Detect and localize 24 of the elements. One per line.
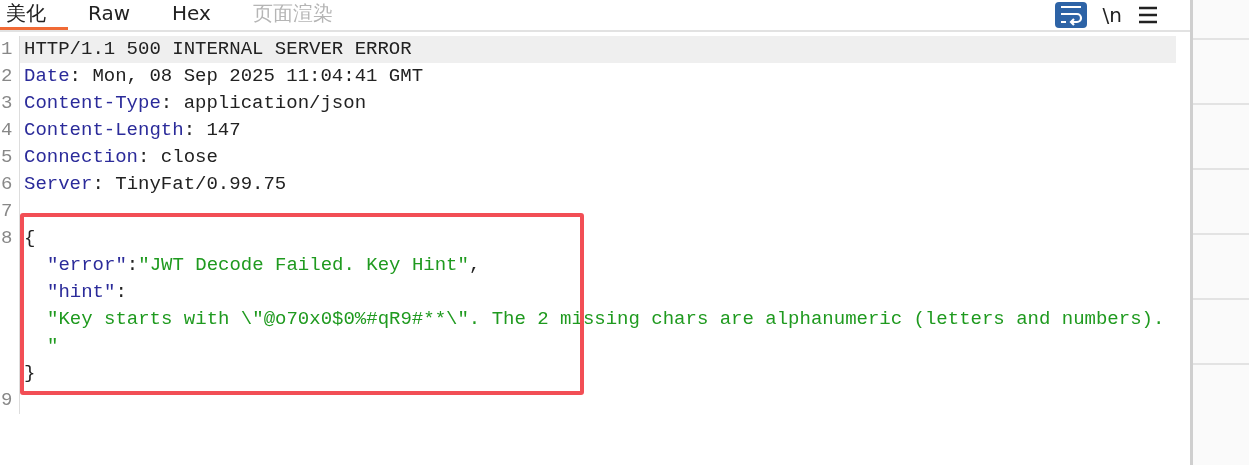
line-number: 2	[0, 63, 20, 90]
code-line: }	[23, 361, 37, 386]
code-line: Date: Mon, 08 Sep 2025 11:04:41 GMT	[23, 64, 425, 89]
line-number: 9	[0, 387, 20, 414]
line-number: 7	[0, 198, 20, 225]
code-line: Content-Length: 147	[23, 118, 242, 143]
line-number: 5	[0, 144, 20, 171]
code-line: {	[23, 226, 37, 251]
code-line: Connection: close	[23, 145, 219, 170]
line-number: 6	[0, 171, 20, 198]
code-line: Content-Type: application/json	[23, 91, 368, 116]
wrap-icon[interactable]	[1054, 2, 1087, 28]
tab[interactable]: Raw	[82, 0, 153, 30]
tab[interactable]: 美化	[0, 0, 68, 30]
code-line: Server: TinyFat/0.99.75	[23, 172, 288, 197]
tab[interactable]: Hex	[166, 0, 233, 30]
line-number: 4	[0, 117, 20, 144]
code-line: "error":"JWT Decode Failed. Key Hint",	[46, 253, 482, 278]
newline-toggle[interactable]: \n	[1102, 3, 1122, 27]
line-number: 3	[0, 90, 20, 117]
line-number: 8	[0, 225, 20, 387]
menu-icon[interactable]	[1138, 6, 1158, 24]
code-line: "hint":	[46, 280, 128, 305]
code-line: "	[46, 334, 60, 359]
